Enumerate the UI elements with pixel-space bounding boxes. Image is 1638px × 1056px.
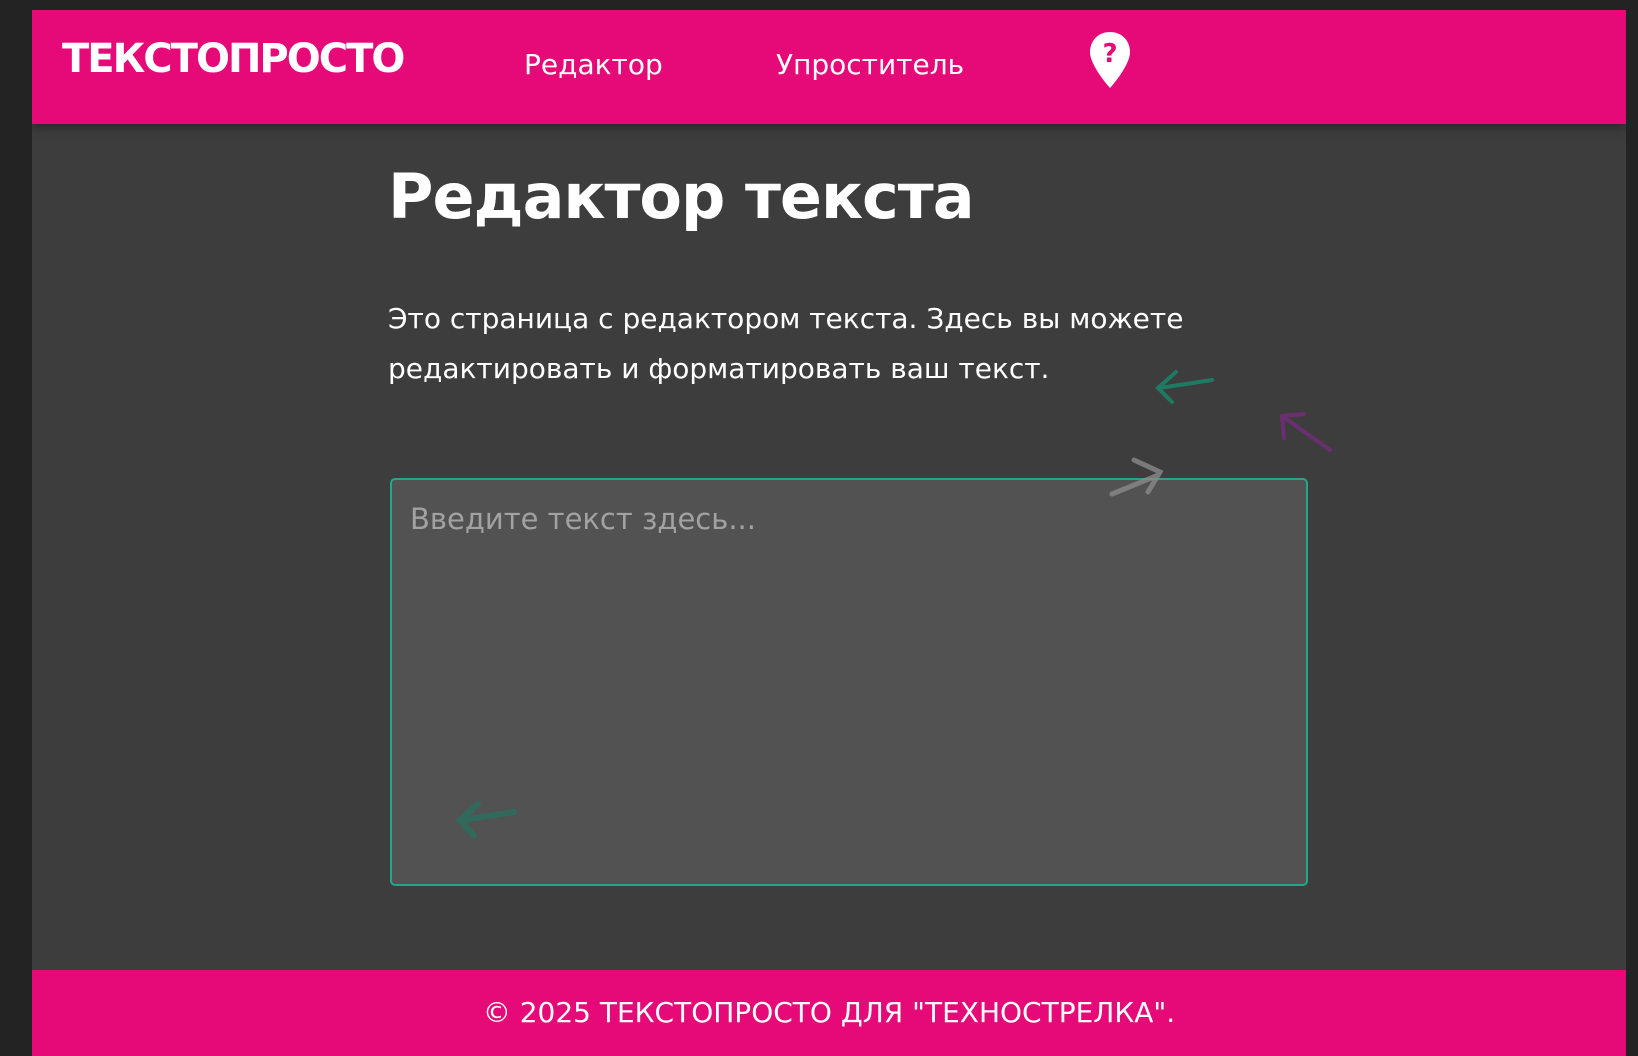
app-frame: ТЕКСТОПРОСТО Редактор Упроститель ? Реда…: [32, 10, 1626, 1056]
site-header: ТЕКСТОПРОСТО Редактор Упроститель ?: [32, 10, 1626, 124]
decorative-arrow-purple-icon: [1280, 412, 1332, 452]
svg-text:?: ?: [1102, 39, 1117, 69]
text-editor-input[interactable]: [390, 478, 1308, 886]
nav-link-simplifier[interactable]: Упроститель: [776, 48, 964, 81]
site-footer: © 2025 ТЕКСТОПРОСТО ДЛЯ "ТЕХНОСТРЕЛКА".: [32, 970, 1626, 1056]
intro-text: Это страница с редактором текста. Здесь …: [388, 302, 1184, 385]
page-title: Редактор текста: [388, 160, 975, 233]
help-map-pin-icon[interactable]: ?: [1088, 30, 1132, 90]
site-logo[interactable]: ТЕКСТОПРОСТО: [62, 36, 405, 82]
footer-copyright: © 2025 ТЕКСТОПРОСТО ДЛЯ "ТЕХНОСТРЕЛКА".: [482, 996, 1176, 1029]
nav-link-editor[interactable]: Редактор: [524, 48, 663, 81]
